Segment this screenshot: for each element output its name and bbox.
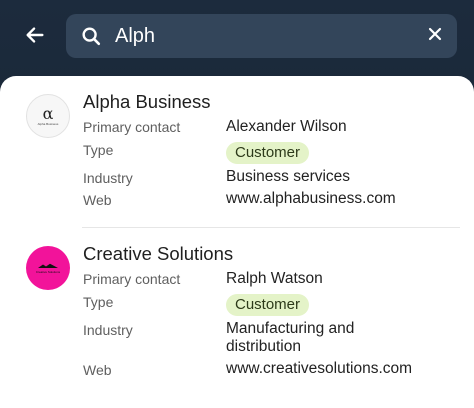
type-label: Type	[83, 142, 114, 158]
search-input[interactable]	[113, 14, 415, 58]
web-link[interactable]: www.alphabusiness.com	[226, 190, 396, 208]
company-name: Alpha Business	[83, 91, 211, 112]
industry-value-line2: distribution	[226, 338, 301, 355]
clear-search-button[interactable]	[415, 14, 455, 58]
industry-label: Industry	[83, 170, 133, 186]
logo-text: Alpha Business	[37, 122, 59, 126]
logo-glyph: α	[42, 104, 54, 123]
type-badge: Customer	[226, 142, 310, 164]
industry-value: Business services	[226, 168, 351, 185]
industry-value-line1: Manufacturing and	[226, 320, 355, 337]
results-sheet: α Alpha Business Alpha Business Primary …	[0, 76, 474, 408]
type-badge: Customer	[226, 294, 310, 316]
result-card[interactable]: Creative Solutions Creative Solutions Pr…	[0, 238, 474, 408]
divider	[82, 227, 460, 228]
search-screen: α Alpha Business Alpha Business Primary …	[0, 0, 474, 408]
web-label: Web	[83, 362, 112, 378]
type-label: Type	[83, 294, 114, 310]
web-link[interactable]: www.creativesolutions.com	[226, 360, 412, 378]
search-icon	[69, 14, 113, 58]
company-name: Creative Solutions	[83, 243, 234, 264]
arrow-left-icon	[24, 24, 46, 51]
company-logo: α Alpha Business	[26, 94, 70, 138]
industry-label: Industry	[83, 322, 133, 338]
logo-text: Creative Solutions	[35, 269, 61, 274]
back-button[interactable]	[18, 20, 52, 54]
primary-contact-label: Primary contact	[83, 271, 181, 287]
close-icon	[428, 27, 442, 46]
primary-contact-value: Alexander Wilson	[226, 118, 347, 135]
top-bar	[0, 0, 474, 76]
result-card[interactable]: α Alpha Business Alpha Business Primary …	[0, 86, 474, 228]
search-bar	[66, 14, 457, 58]
company-logo: Creative Solutions	[26, 246, 70, 290]
primary-contact-label: Primary contact	[83, 119, 181, 135]
primary-contact-value: Ralph Watson	[226, 270, 323, 287]
web-label: Web	[83, 192, 112, 208]
logo-mountain-icon	[38, 263, 58, 268]
